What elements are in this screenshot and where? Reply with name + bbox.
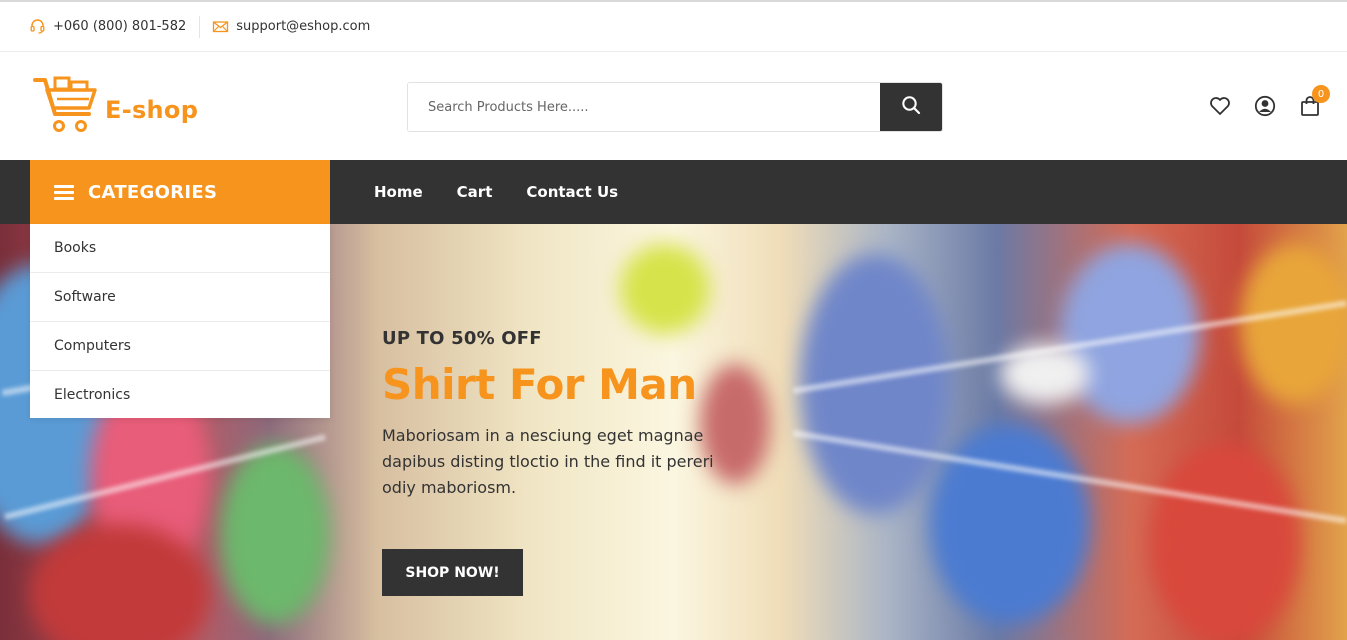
search-icon (901, 95, 921, 119)
shopping-cart-icon (33, 74, 99, 140)
search-bar (407, 82, 943, 132)
cart-count-badge: 0 (1312, 85, 1330, 103)
categories-toggle[interactable]: CATEGORIES (30, 160, 330, 224)
top-bar: +060 (800) 801-582 support@eshop.com (0, 0, 1347, 52)
header-actions: 0 (1208, 85, 1330, 121)
category-dropdown: Books Software Computers Electronics (30, 224, 330, 418)
envelope-icon (212, 18, 229, 35)
search-input[interactable] (408, 83, 880, 131)
hamburger-icon (54, 182, 74, 203)
hero-content: UP TO 50% OFF Shirt For Man Maboriosam i… (382, 328, 742, 501)
hero-promo-text: UP TO 50% OFF (382, 328, 542, 349)
contact-email[interactable]: support@eshop.com (212, 18, 370, 35)
category-item-software[interactable]: Software (30, 273, 330, 322)
nav-home[interactable]: Home (374, 183, 423, 201)
wishlist-button[interactable] (1208, 96, 1232, 120)
shop-now-button[interactable]: SHOP NOW! (382, 549, 523, 596)
logo-text: E-shop (105, 96, 199, 124)
hero-title: Shirt For Man (382, 360, 697, 409)
site-logo[interactable]: E-shop (33, 74, 198, 140)
nav-cart[interactable]: Cart (457, 183, 493, 201)
categories-label: CATEGORIES (88, 181, 218, 203)
search-button[interactable] (880, 83, 942, 131)
email-address: support@eshop.com (236, 19, 371, 34)
main-navbar: CATEGORIES Home Cart Contact Us (0, 160, 1347, 224)
heart-icon (1209, 96, 1231, 120)
account-button[interactable] (1253, 95, 1277, 121)
main-menu: Home Cart Contact Us (374, 160, 652, 224)
headset-icon (29, 18, 46, 35)
category-item-books[interactable]: Books (30, 224, 330, 273)
site-header: E-shop 0 (0, 52, 1347, 160)
topbar-divider (199, 15, 201, 38)
user-icon (1254, 95, 1276, 121)
category-item-computers[interactable]: Computers (30, 322, 330, 371)
category-item-electronics[interactable]: Electronics (30, 371, 330, 418)
nav-contact-us[interactable]: Contact Us (526, 183, 618, 201)
phone-number: +060 (800) 801-582 (53, 19, 187, 34)
cart-button[interactable]: 0 (1298, 85, 1330, 120)
contact-phone[interactable]: +060 (800) 801-582 (29, 18, 186, 35)
hero-description: Maboriosam in a nesciung eget magnae dap… (382, 426, 714, 498)
